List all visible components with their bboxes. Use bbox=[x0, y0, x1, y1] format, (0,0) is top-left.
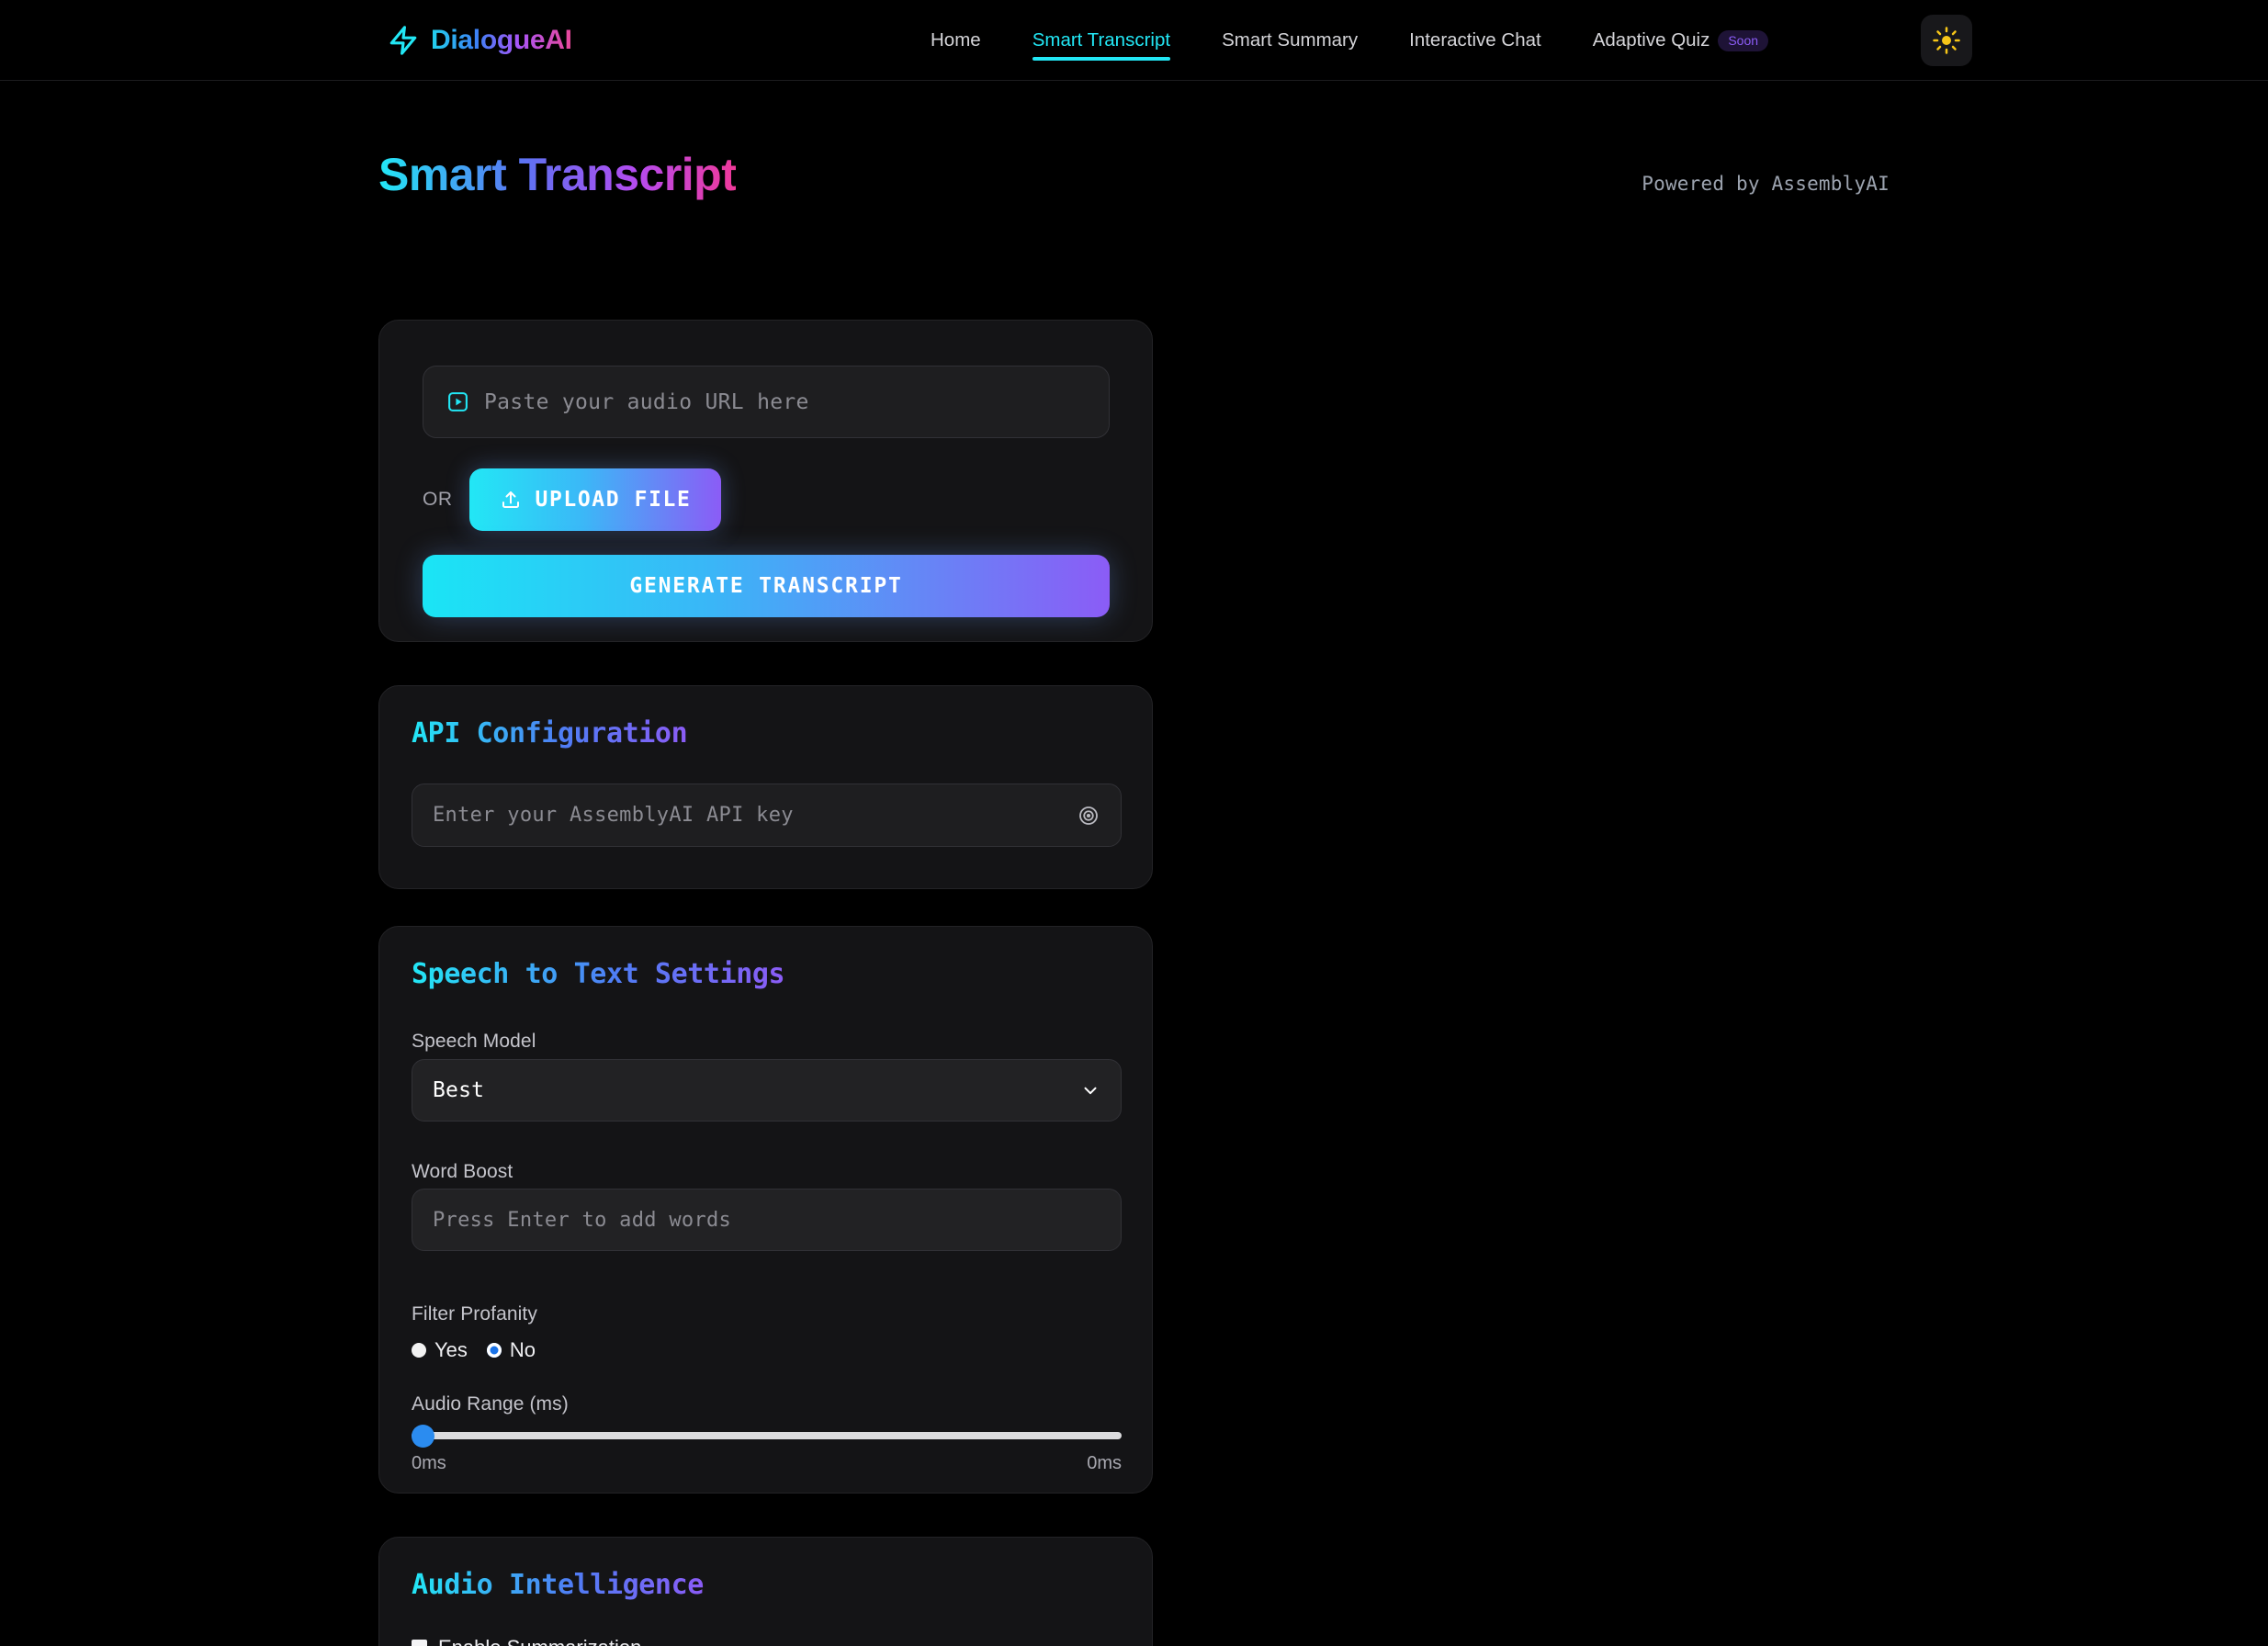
eye-icon bbox=[1079, 806, 1098, 825]
nav-item-interactive-chat[interactable]: Interactive Chat bbox=[1383, 0, 1567, 81]
radio-yes-icon bbox=[412, 1343, 426, 1358]
nav-item-smart-transcript[interactable]: Smart Transcript bbox=[1007, 0, 1196, 81]
speech-model-select[interactable]: Best bbox=[412, 1059, 1122, 1122]
chevron-down-icon bbox=[1084, 1087, 1097, 1095]
main-navigation: Home Smart Transcript Smart Summary Inte… bbox=[905, 0, 1794, 81]
word-boost-input[interactable]: Press Enter to add words bbox=[412, 1189, 1122, 1251]
api-configuration-card: API Configuration Enter your AssemblyAI … bbox=[378, 685, 1153, 889]
word-boost-label: Word Boost bbox=[412, 1161, 513, 1182]
speech-to-text-settings-title: Speech to Text Settings bbox=[412, 958, 785, 990]
or-label: OR bbox=[423, 489, 453, 510]
radio-no-icon bbox=[486, 1343, 502, 1358]
soon-badge: Soon bbox=[1718, 29, 1769, 51]
logo-text: DialogueAI bbox=[431, 25, 572, 55]
nav-label-interactive-chat: Interactive Chat bbox=[1409, 29, 1541, 51]
slider-track bbox=[412, 1432, 1122, 1439]
upload-row: OR UPLOAD FILE bbox=[423, 468, 722, 531]
api-configuration-title: API Configuration bbox=[412, 717, 688, 750]
nav-label-smart-summary: Smart Summary bbox=[1222, 29, 1359, 51]
audio-range-max-label: 0ms bbox=[1087, 1453, 1122, 1473]
filter-profanity-label: Filter Profanity bbox=[412, 1303, 537, 1325]
upload-file-label: UPLOAD FILE bbox=[535, 488, 692, 512]
powered-by-label: Powered by AssemblyAI bbox=[1642, 173, 1890, 195]
word-boost-placeholder: Press Enter to add words bbox=[433, 1208, 732, 1232]
logo[interactable]: DialogueAI bbox=[388, 0, 572, 81]
nav-item-home[interactable]: Home bbox=[905, 0, 1007, 81]
speech-to-text-settings-card: Speech to Text Settings Speech Model Bes… bbox=[378, 926, 1153, 1494]
page-header-row: Smart Transcript Powered by AssemblyAI bbox=[378, 148, 1890, 201]
page-body: Smart Transcript Powered by AssemblyAI P… bbox=[0, 81, 2268, 1646]
audio-range-slider[interactable] bbox=[412, 1424, 1122, 1448]
enable-summarization-label: Enable Summarization bbox=[438, 1636, 641, 1646]
enable-summarization-checkbox[interactable] bbox=[412, 1640, 427, 1646]
nav-item-smart-summary[interactable]: Smart Summary bbox=[1196, 0, 1383, 81]
audio-intelligence-title: Audio Intelligence bbox=[412, 1569, 704, 1601]
audio-range-bounds: 0ms 0ms bbox=[412, 1453, 1122, 1474]
nav-label-adaptive-quiz: Adaptive Quiz bbox=[1592, 29, 1710, 51]
speech-model-value: Best bbox=[433, 1078, 485, 1102]
api-key-placeholder: Enter your AssemblyAI API key bbox=[433, 804, 794, 827]
audio-intelligence-card: Audio Intelligence Enable Summarization bbox=[378, 1537, 1153, 1646]
audio-url-placeholder: Paste your audio URL here bbox=[484, 389, 809, 414]
sun-icon bbox=[1933, 27, 1960, 54]
slider-thumb[interactable] bbox=[412, 1424, 434, 1448]
nav-label-home: Home bbox=[931, 29, 981, 51]
theme-toggle-button[interactable] bbox=[1921, 15, 1972, 66]
speech-model-label: Speech Model bbox=[412, 1031, 536, 1052]
audio-range-min-label: 0ms bbox=[412, 1453, 446, 1473]
upload-icon bbox=[502, 491, 519, 508]
enable-summarization-checkbox-row[interactable]: Enable Summarization bbox=[412, 1636, 641, 1646]
filter-profanity-option-yes[interactable]: Yes bbox=[412, 1338, 468, 1362]
generate-transcript-label: GENERATE TRANSCRIPT bbox=[629, 574, 903, 598]
lightning-bolt-icon bbox=[389, 26, 417, 55]
nav-label-smart-transcript: Smart Transcript bbox=[1032, 29, 1171, 51]
nav-item-adaptive-quiz[interactable]: Adaptive Quiz Soon bbox=[1567, 0, 1794, 81]
audio-url-input[interactable]: Paste your audio URL here bbox=[423, 366, 1110, 438]
audio-source-card: Paste your audio URL here OR UPLOAD FILE… bbox=[378, 320, 1153, 642]
radio-yes-label: Yes bbox=[434, 1338, 468, 1361]
play-box-icon bbox=[448, 392, 468, 412]
api-key-input[interactable]: Enter your AssemblyAI API key bbox=[412, 784, 1122, 847]
filter-profanity-option-no[interactable]: No bbox=[486, 1338, 536, 1362]
radio-no-label: No bbox=[509, 1338, 536, 1361]
audio-range-label: Audio Range (ms) bbox=[412, 1393, 569, 1415]
generate-transcript-button[interactable]: GENERATE TRANSCRIPT bbox=[423, 555, 1110, 617]
page-title: Smart Transcript bbox=[378, 149, 737, 200]
active-tab-underline bbox=[1032, 57, 1171, 61]
filter-profanity-radio-group: Yes No bbox=[412, 1338, 536, 1362]
app-header: DialogueAI Home Smart Transcript Smart S… bbox=[0, 0, 2268, 81]
upload-file-button[interactable]: UPLOAD FILE bbox=[468, 468, 722, 531]
toggle-api-key-visibility-button[interactable] bbox=[1077, 804, 1100, 828]
